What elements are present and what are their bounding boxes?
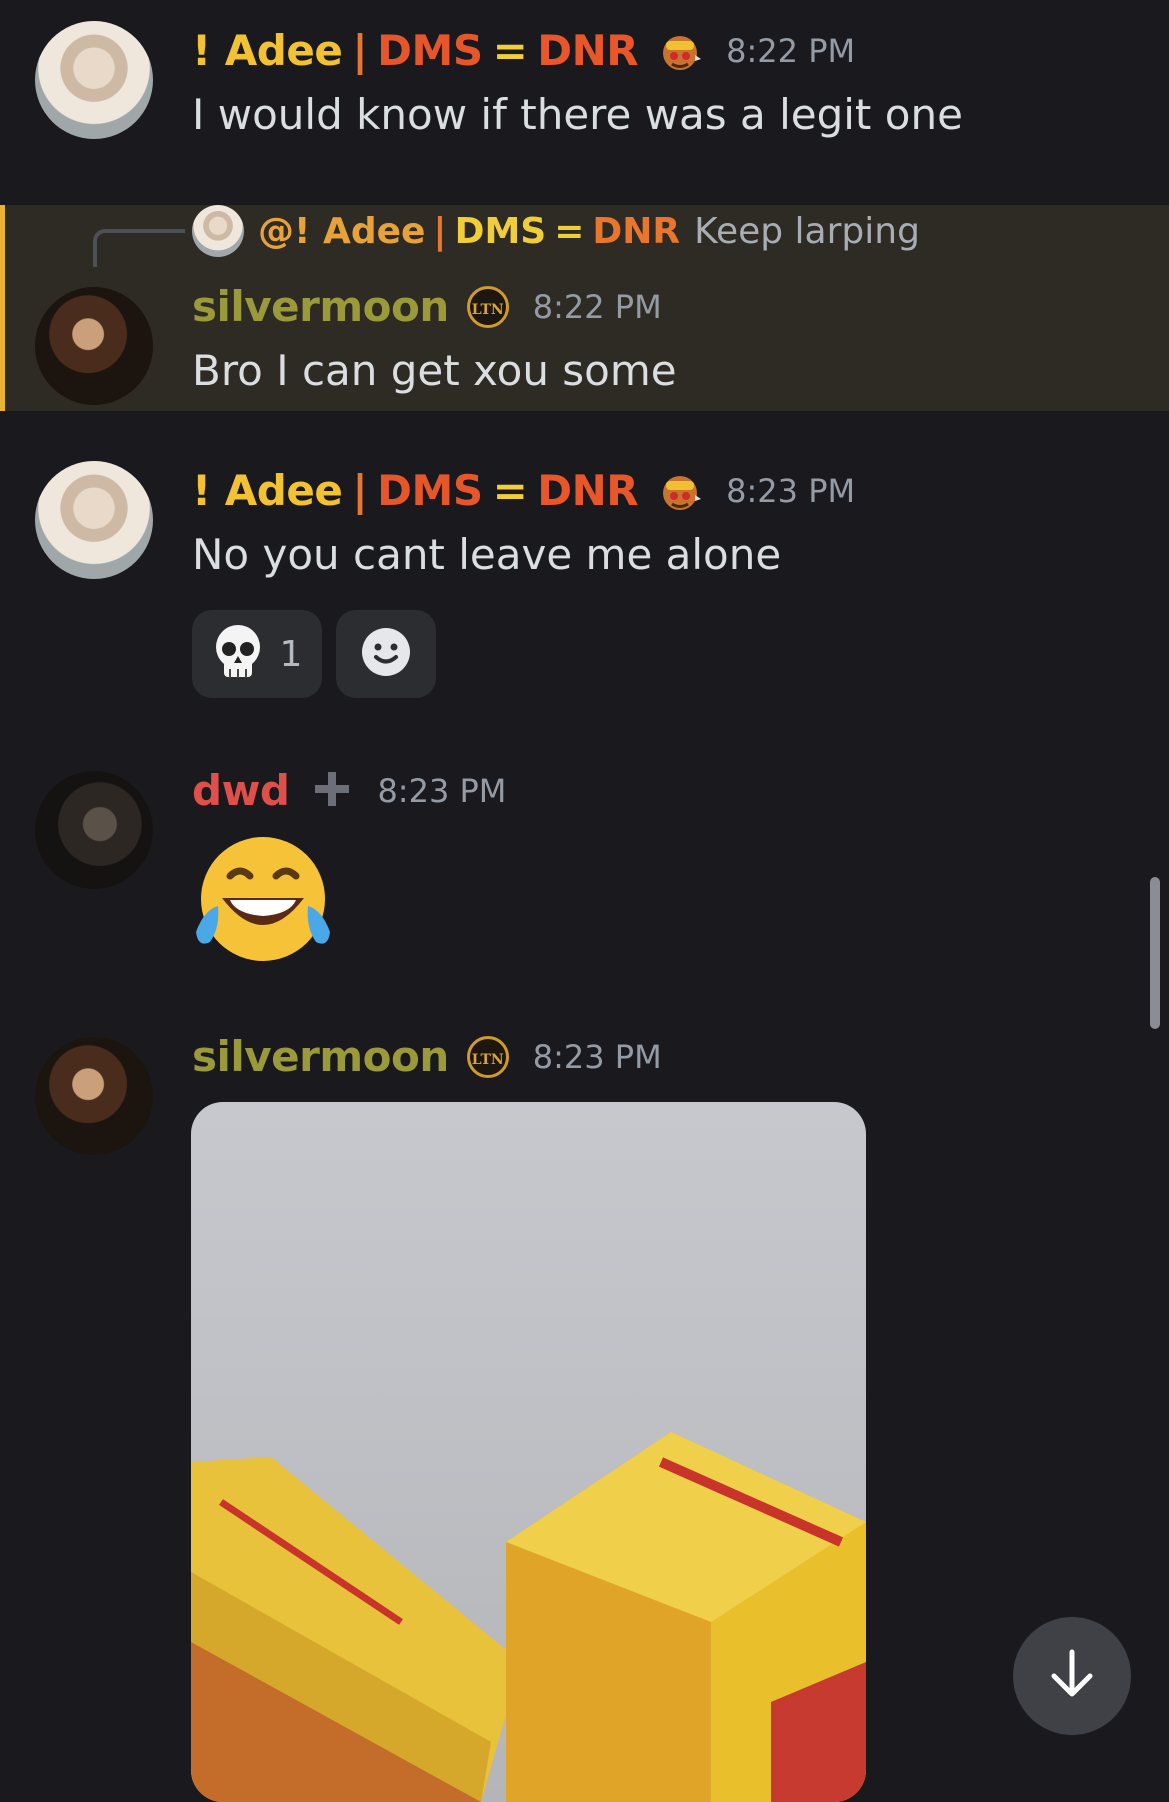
avatar-silvermoon[interactable] [35,1037,153,1155]
plus-badge-icon [311,768,353,814]
author-row: ! Adee | DMS = DNR 8:23 PM [192,466,855,515]
add-reaction-button[interactable] [336,610,436,698]
author-name[interactable]: silvermoon [192,282,449,331]
author-row: dwd 8:23 PM [192,766,506,815]
timestamp: 8:23 PM [377,771,507,810]
message-text: Bro I can get xou some [192,346,677,395]
ltn-badge-icon[interactable]: LTN [466,285,509,328]
reply-mention[interactable]: @! Adee [258,211,425,252]
avatar-dwd[interactable] [35,771,153,889]
add-reaction-icon [360,626,412,682]
author-name-separator: | [352,466,368,515]
role-badge-face-icon[interactable] [658,29,702,73]
avatar-adee[interactable] [35,21,153,139]
ltn-badge-icon[interactable]: LTN [466,1035,509,1078]
reply-name-part2: DMS [454,210,547,252]
laughing-crying-emoji-icon[interactable] [190,832,336,970]
author-name[interactable]: silvermoon [192,1032,449,1081]
author-name-part1[interactable]: ! Adee [192,466,343,515]
image-attachment[interactable] [191,1102,866,1802]
reply-separator: | [433,210,447,252]
author-name-part2[interactable]: DMS [377,466,483,515]
photo-content [191,1432,866,1802]
reply-preview[interactable]: @! Adee | DMS = DNR Keep larping [192,205,920,257]
message-text: No you cant leave me alone [192,530,782,579]
arrow-down-icon [1044,1646,1100,1706]
author-row: ! Adee | DMS = DNR 8:22 PM [192,26,855,75]
author-name-part2[interactable]: DMS [377,26,483,75]
reply-name-part3: DNR [592,210,681,252]
timestamp: 8:22 PM [726,31,856,70]
reply-connector [93,229,185,267]
message-text: I would know if there was a legit one [192,90,963,139]
author-row: silvermoon LTN 8:23 PM [192,1032,662,1081]
timestamp: 8:23 PM [726,471,856,510]
jump-to-present-button[interactable] [1013,1617,1131,1735]
reply-avatar [192,205,244,257]
author-name-equals: = [492,466,528,515]
author-name-equals: = [492,26,528,75]
author-row: silvermoon LTN 8:22 PM [192,282,662,331]
reaction-skull[interactable]: 1 [192,610,322,698]
author-name-part1[interactable]: ! Adee [192,26,343,75]
reply-equals: = [554,210,585,252]
timestamp: 8:22 PM [532,287,662,326]
author-name-part3[interactable]: DNR [537,26,638,75]
avatar-adee[interactable] [35,461,153,579]
reaction-count: 1 [279,633,303,675]
scrollbar[interactable] [1150,877,1160,1029]
skull-icon [212,623,264,685]
reply-snippet: Keep larping [694,210,920,252]
author-name[interactable]: dwd [192,766,290,815]
author-name-separator: | [352,26,368,75]
avatar-silvermoon[interactable] [35,287,153,405]
author-name-part3[interactable]: DNR [537,466,638,515]
role-badge-face-icon[interactable] [658,469,702,513]
timestamp: 8:23 PM [532,1037,662,1076]
